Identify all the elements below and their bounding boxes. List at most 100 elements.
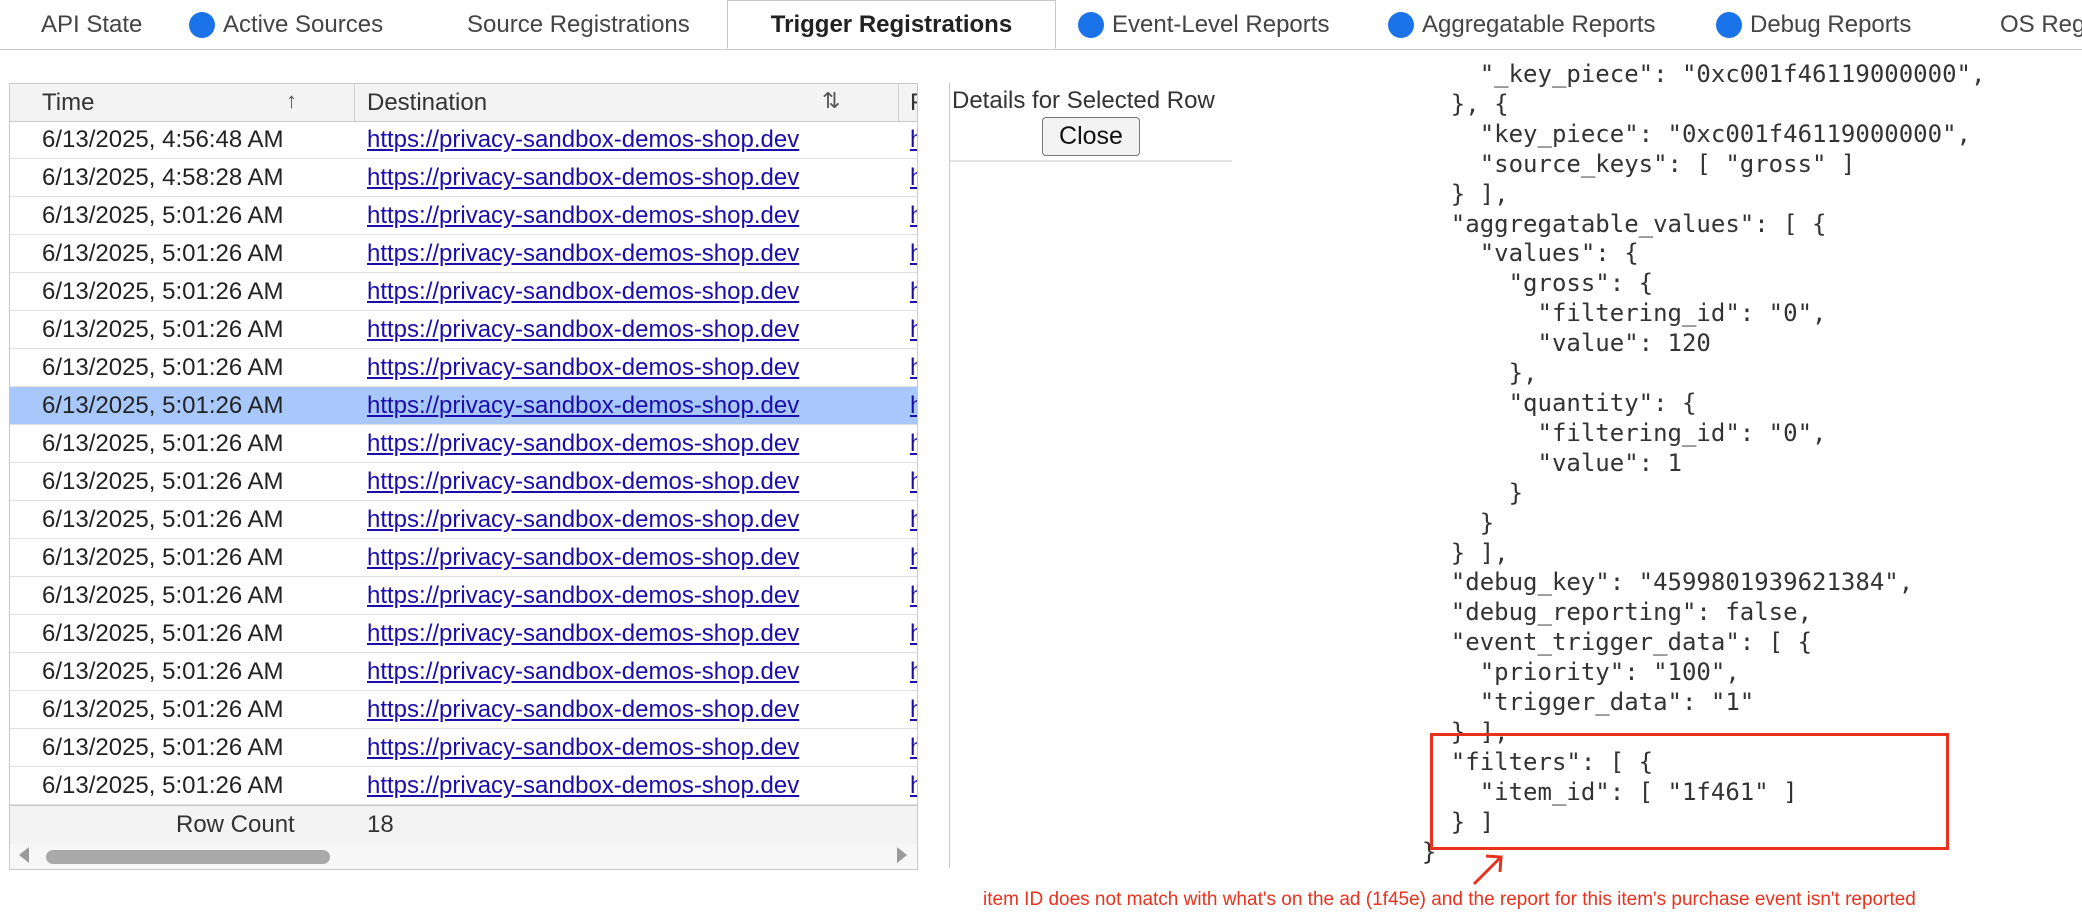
scrollbar-thumb[interactable] <box>46 850 330 864</box>
json-line: }, { <box>1393 89 1509 118</box>
destination-link[interactable]: https://privacy-sandbox-demos-shop.dev <box>367 387 799 425</box>
truncated-link[interactable]: h <box>910 349 917 387</box>
tab-os-registrations[interactable]: OS Reg <box>2000 0 2082 49</box>
json-line: "priority": "100", <box>1393 658 1740 687</box>
destination-link[interactable]: https://privacy-sandbox-demos-shop.dev <box>367 197 799 235</box>
tab-label: Source Registrations <box>467 10 690 38</box>
sort-ascending-icon[interactable]: ↑ <box>286 88 297 114</box>
table-row[interactable]: 6/13/2025, 5:01:26 AM https://privacy-san… <box>10 729 917 767</box>
time-cell: 6/13/2025, 5:01:26 AM <box>42 696 284 723</box>
destination-link[interactable]: https://privacy-sandbox-demos-shop.dev <box>367 615 799 653</box>
tab-aggregatable-reports[interactable]: Aggregatable Reports <box>1388 0 1655 49</box>
table-row[interactable]: 6/13/2025, 5:01:26 AM https://privacy-san… <box>10 463 917 501</box>
truncated-link[interactable]: h <box>910 463 917 501</box>
table-row[interactable]: 6/13/2025, 5:01:26 AM https://privacy-san… <box>10 387 917 425</box>
time-cell: 6/13/2025, 5:01:26 AM <box>42 316 284 343</box>
destination-link[interactable]: https://privacy-sandbox-demos-shop.dev <box>367 539 799 577</box>
truncated-link[interactable]: h <box>910 425 917 463</box>
table-row[interactable]: 6/13/2025, 5:01:26 AM https://privacy-san… <box>10 235 917 273</box>
horizontal-scrollbar[interactable] <box>10 844 917 869</box>
scroll-right-icon[interactable] <box>897 847 907 863</box>
sort-toggle-icon[interactable]: ⇅ <box>822 88 840 114</box>
table-row[interactable]: 6/13/2025, 4:58:28 AM https://privacy-san… <box>10 159 917 197</box>
destination-link[interactable]: https://privacy-sandbox-demos-shop.dev <box>367 577 799 615</box>
table-row[interactable]: 6/13/2025, 5:01:26 AM https://privacy-san… <box>10 197 917 235</box>
truncated-link[interactable]: h <box>910 539 917 577</box>
destination-link[interactable]: https://privacy-sandbox-demos-shop.dev <box>367 501 799 539</box>
table-row[interactable]: 6/13/2025, 5:01:26 AM https://privacy-san… <box>10 425 917 463</box>
truncated-link[interactable]: h <box>910 767 917 805</box>
time-cell: 6/13/2025, 5:01:26 AM <box>42 240 284 267</box>
destination-link[interactable]: https://privacy-sandbox-demos-shop.dev <box>367 767 799 805</box>
destination-link[interactable]: https://privacy-sandbox-demos-shop.dev <box>367 425 799 463</box>
tab-event-level-reports[interactable]: Event-Level Reports <box>1078 0 1329 49</box>
table-row[interactable]: 6/13/2025, 5:01:26 AM https://privacy-san… <box>10 539 917 577</box>
json-line: "debug_key": "4599801939621384", <box>1393 568 1914 597</box>
destination-link[interactable]: https://privacy-sandbox-demos-shop.dev <box>367 311 799 349</box>
truncated-link[interactable]: h <box>910 311 917 349</box>
tab-label: OS Reg <box>2000 10 2082 38</box>
json-line: "value": 120 <box>1393 329 1711 358</box>
table-row[interactable]: 6/13/2025, 5:01:26 AM https://privacy-san… <box>10 767 917 805</box>
destination-link[interactable]: https://privacy-sandbox-demos-shop.dev <box>367 159 799 197</box>
truncated-link[interactable]: h <box>910 653 917 691</box>
column-header-time[interactable]: Time <box>42 84 94 121</box>
table-row[interactable]: 6/13/2025, 5:01:26 AM https://privacy-san… <box>10 615 917 653</box>
column-divider[interactable] <box>354 84 355 121</box>
destination-link[interactable]: https://privacy-sandbox-demos-shop.dev <box>367 463 799 501</box>
truncated-link[interactable]: h <box>910 501 917 539</box>
truncated-link[interactable]: h <box>910 691 917 729</box>
destination-link[interactable]: https://privacy-sandbox-demos-shop.dev <box>367 121 799 159</box>
tab-source-registrations[interactable]: Source Registrations <box>467 0 690 49</box>
table-row[interactable]: 6/13/2025, 5:01:26 AM https://privacy-san… <box>10 577 917 615</box>
scroll-left-icon[interactable] <box>19 847 29 863</box>
truncated-link[interactable]: h <box>910 729 917 767</box>
tab-label: Aggregatable Reports <box>1422 10 1656 38</box>
table-row[interactable]: 6/13/2025, 5:01:26 AM https://privacy-san… <box>10 349 917 387</box>
table-row[interactable]: 6/13/2025, 5:01:26 AM https://privacy-san… <box>10 691 917 729</box>
column-header-third[interactable]: F <box>910 84 917 121</box>
column-header-destination[interactable]: Destination <box>367 84 487 121</box>
tab-debug-reports[interactable]: Debug Reports <box>1716 0 1911 49</box>
tab-trigger-registrations[interactable]: Trigger Registrations <box>727 0 1056 49</box>
truncated-link[interactable]: h <box>910 197 917 235</box>
table-row[interactable]: 6/13/2025, 5:01:26 AM https://privacy-san… <box>10 501 917 539</box>
destination-link[interactable]: https://privacy-sandbox-demos-shop.dev <box>367 235 799 273</box>
destination-link[interactable]: https://privacy-sandbox-demos-shop.dev <box>367 349 799 387</box>
time-cell: 6/13/2025, 5:01:26 AM <box>42 734 284 761</box>
table-row[interactable]: 6/13/2025, 4:56:48 AM https://privacy-san… <box>10 121 917 159</box>
truncated-link[interactable]: h <box>910 387 917 425</box>
table-footer: Row Count 18 <box>10 805 917 844</box>
close-button[interactable]: Close <box>1042 117 1140 156</box>
destination-link[interactable]: https://privacy-sandbox-demos-shop.dev <box>367 729 799 767</box>
trigger-registrations-table: Time ↑ Destination ⇅ F 6/13/2025, 4:56:4… <box>9 83 918 870</box>
truncated-link[interactable]: h <box>910 121 917 159</box>
table-row[interactable]: 6/13/2025, 5:01:26 AM https://privacy-san… <box>10 273 917 311</box>
row-count-value: 18 <box>367 811 394 838</box>
destination-link[interactable]: https://privacy-sandbox-demos-shop.dev <box>367 691 799 729</box>
truncated-link[interactable]: h <box>910 577 917 615</box>
json-line: }, <box>1393 359 1538 388</box>
column-divider[interactable] <box>898 84 899 121</box>
json-line: } <box>1393 478 1524 507</box>
truncated-link[interactable]: h <box>910 615 917 653</box>
tab-active-sources[interactable]: Active Sources <box>189 0 383 49</box>
json-line: "source_keys": [ "gross" ] <box>1393 149 1856 178</box>
tab-label: Active Sources <box>223 10 384 38</box>
truncated-link[interactable]: h <box>910 273 917 311</box>
tab-api-state[interactable]: API State <box>41 0 142 49</box>
truncated-link[interactable]: h <box>910 159 917 197</box>
table-row[interactable]: 6/13/2025, 5:01:26 AM https://privacy-san… <box>10 311 917 349</box>
destination-link[interactable]: https://privacy-sandbox-demos-shop.dev <box>367 653 799 691</box>
time-cell: 6/13/2025, 5:01:26 AM <box>42 582 284 609</box>
time-cell: 6/13/2025, 4:58:28 AM <box>42 164 284 191</box>
truncated-link[interactable]: h <box>910 235 917 273</box>
json-line: "filtering_id": "0", <box>1393 299 1827 328</box>
table-row[interactable]: 6/13/2025, 5:01:26 AM https://privacy-san… <box>10 653 917 691</box>
json-line: } ], <box>1393 179 1509 208</box>
time-cell: 6/13/2025, 5:01:26 AM <box>42 620 284 647</box>
json-line: } <box>1393 508 1495 537</box>
time-cell: 6/13/2025, 4:56:48 AM <box>42 126 284 153</box>
json-line: "filtering_id": "0", <box>1393 418 1827 447</box>
destination-link[interactable]: https://privacy-sandbox-demos-shop.dev <box>367 273 799 311</box>
